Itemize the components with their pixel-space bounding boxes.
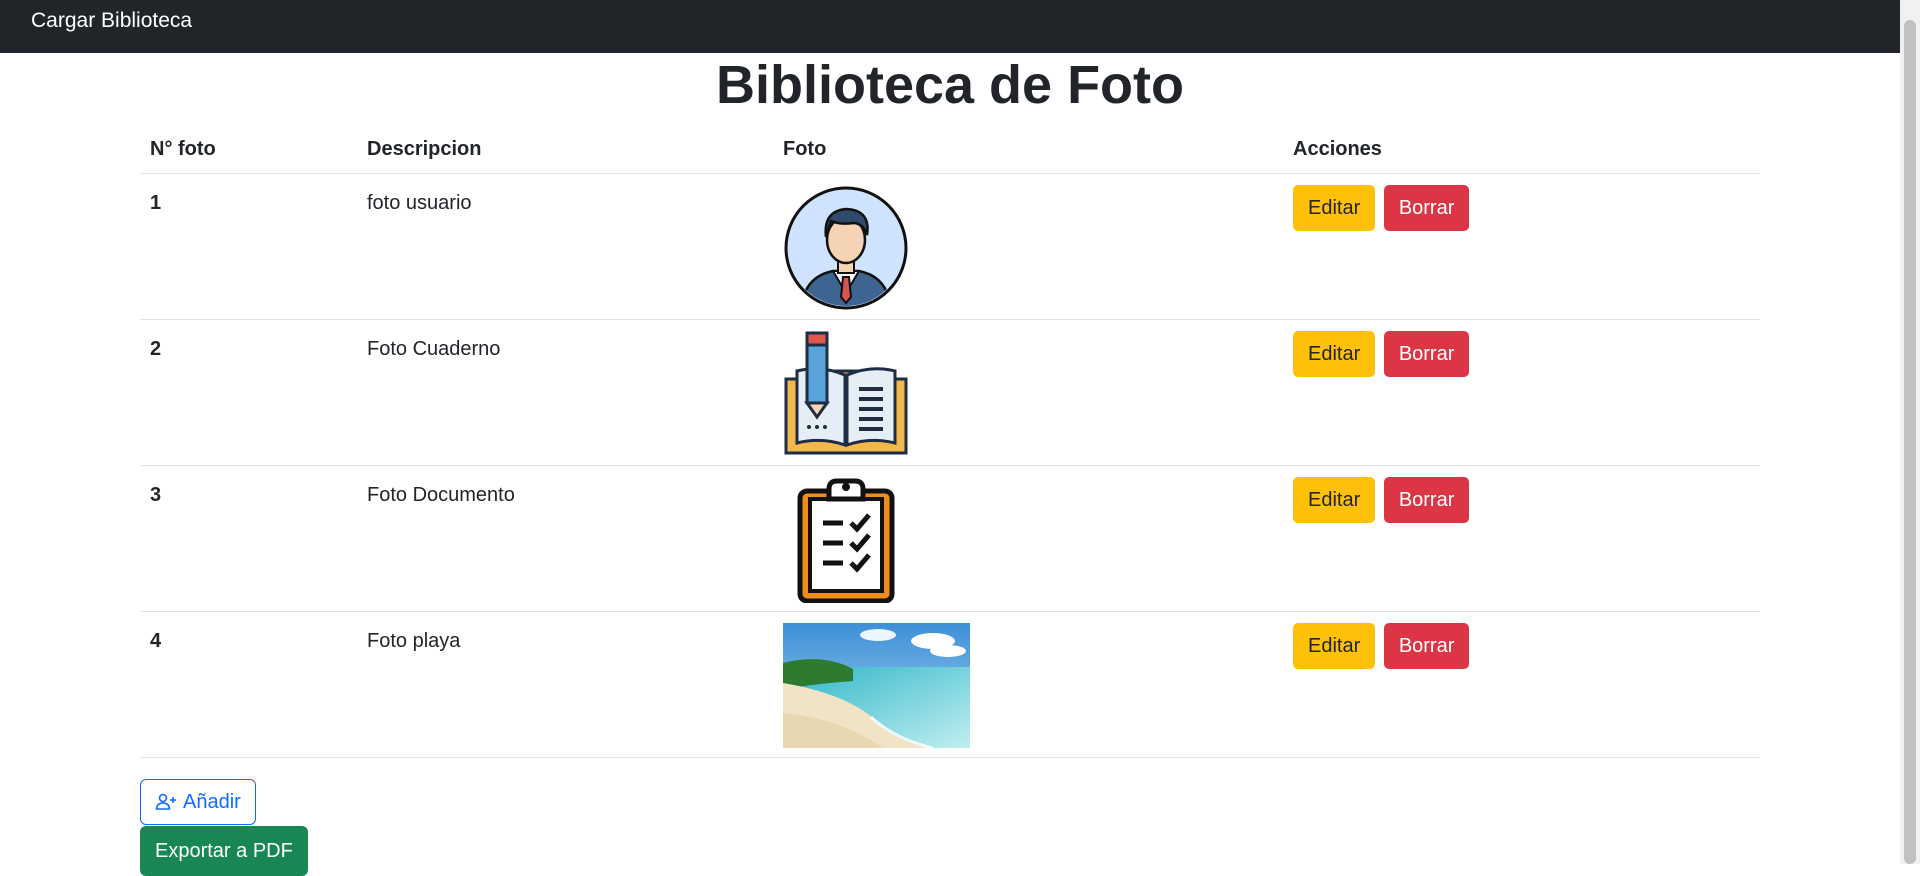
delete-button[interactable]: Borrar	[1383, 331, 1470, 377]
table-header: N° foto Descripcion Foto Acciones	[140, 128, 1760, 174]
photo-description: Foto Documento	[367, 484, 515, 506]
header-actions: Acciones	[1293, 138, 1382, 160]
edit-button[interactable]: Editar	[1293, 477, 1376, 523]
table-row: 3 Foto Documento Editar Borrar	[140, 466, 1760, 612]
photo-table: N° foto Descripcion Foto Acciones 1 foto…	[140, 128, 1760, 758]
navbar: Cargar Biblioteca	[0, 0, 1900, 53]
delete-button[interactable]: Borrar	[1383, 477, 1470, 523]
delete-button[interactable]: Borrar	[1383, 623, 1470, 669]
delete-button[interactable]: Borrar	[1383, 185, 1470, 231]
edit-button[interactable]: Editar	[1293, 331, 1376, 377]
notebook-image	[784, 331, 908, 455]
edit-button[interactable]: Editar	[1293, 623, 1376, 669]
table-row: 2 Foto Cuaderno Editar Borrar	[140, 320, 1760, 466]
add-user-icon	[155, 793, 176, 810]
edit-button[interactable]: Editar	[1293, 185, 1376, 231]
table-row: 1 foto usuario Editar Borrar	[140, 174, 1760, 320]
export-pdf-button[interactable]: Exportar a PDF	[140, 826, 308, 876]
table-row: 4 Foto playa Editar Borrar	[140, 612, 1760, 758]
photo-description: Foto playa	[367, 630, 461, 652]
add-button-label: Añadir	[183, 791, 241, 813]
photo-number: 1	[150, 192, 162, 214]
clipboard-image	[797, 478, 895, 604]
add-button[interactable]: Añadir	[140, 779, 256, 825]
vertical-scrollbar[interactable]	[1900, 0, 1920, 864]
user-avatar-image	[784, 186, 908, 310]
photo-number: 2	[150, 338, 162, 360]
photo-description: Foto Cuaderno	[367, 338, 501, 360]
page-title: Biblioteca de Foto	[715, 55, 1185, 115]
header-photo: Foto	[783, 138, 827, 160]
scrollbar-thumb[interactable]	[1904, 20, 1916, 864]
photo-description: foto usuario	[367, 192, 472, 214]
navbar-brand[interactable]: Cargar Biblioteca	[31, 9, 192, 33]
photo-number: 3	[150, 484, 162, 506]
photo-number: 4	[150, 630, 162, 652]
header-number: N° foto	[150, 138, 216, 160]
beach-image	[783, 623, 970, 750]
header-description: Descripcion	[367, 138, 482, 160]
